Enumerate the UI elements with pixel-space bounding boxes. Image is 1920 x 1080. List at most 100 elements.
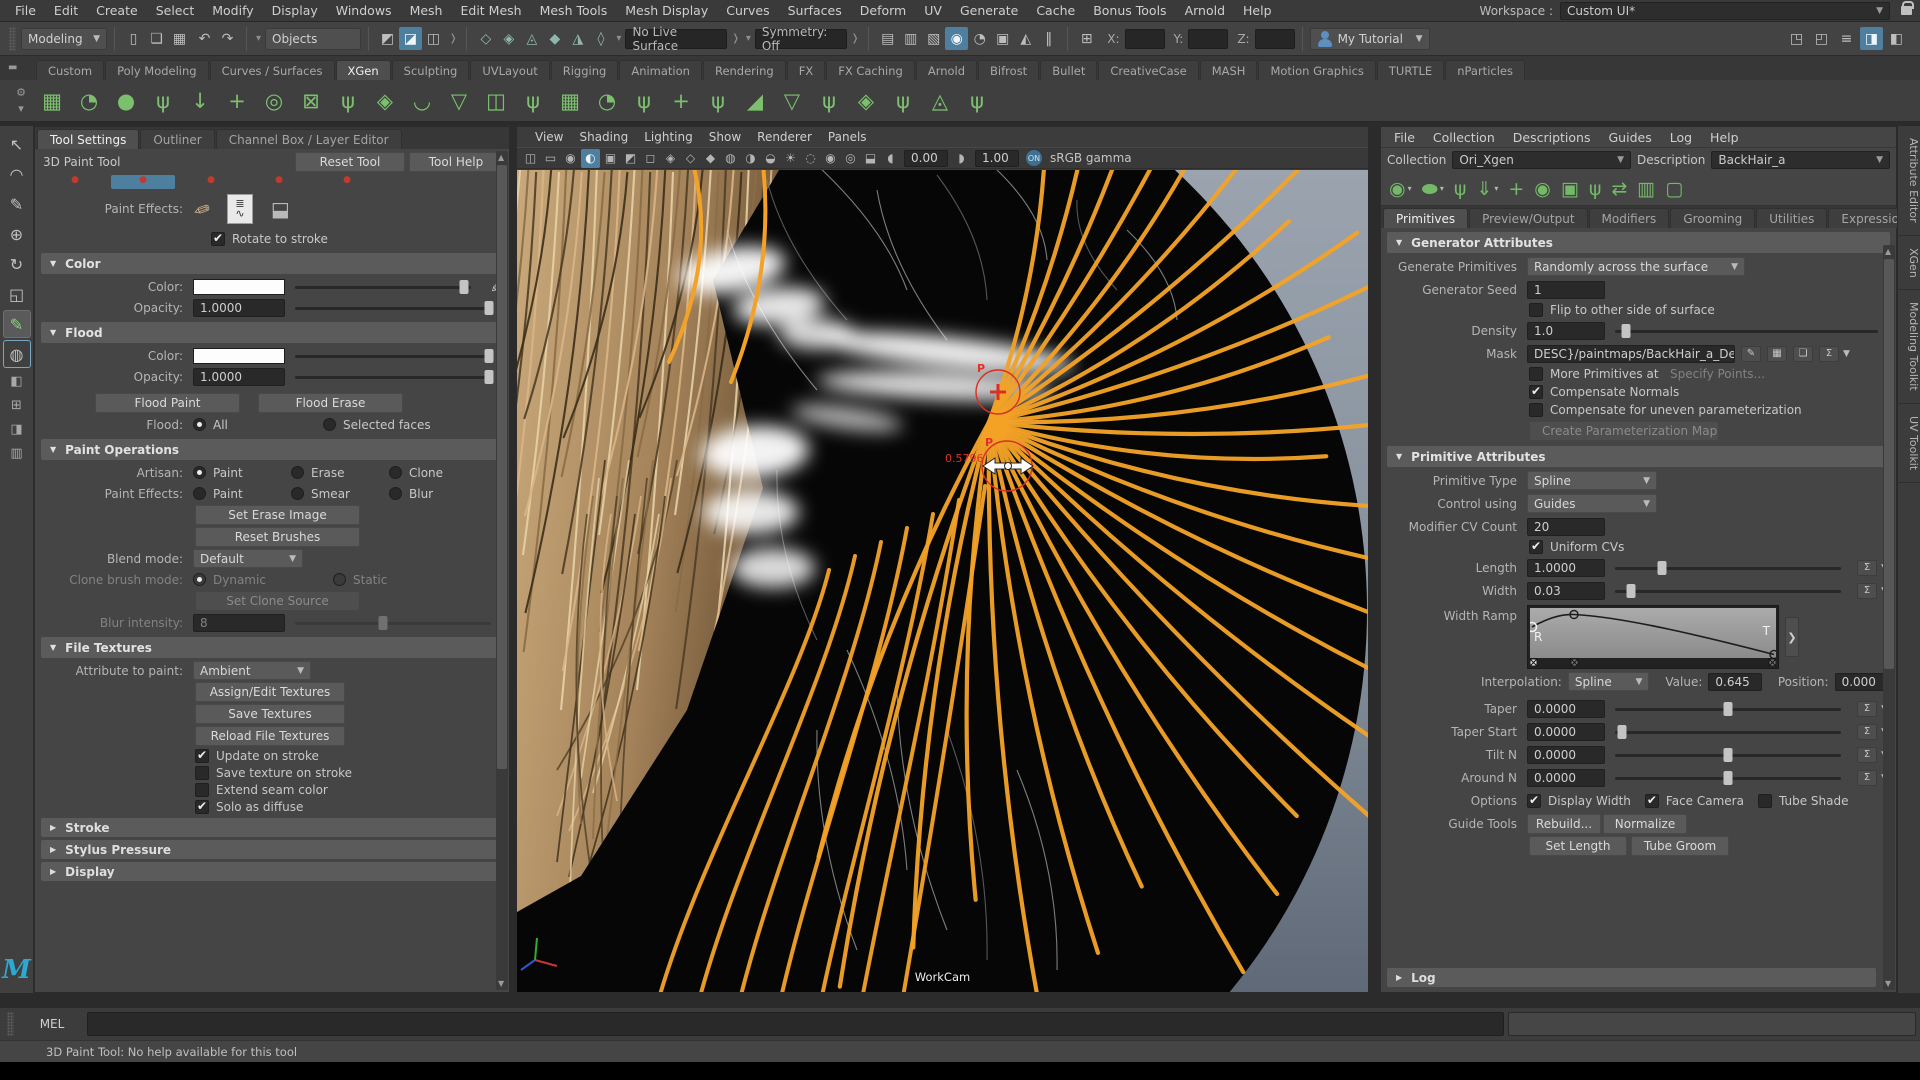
- viewport-menu-shading[interactable]: Shading: [571, 130, 636, 144]
- side-dock-tab-xgen[interactable]: XGen: [1898, 236, 1920, 291]
- sidebar-toggle-icon-4[interactable]: ◧: [1885, 27, 1908, 50]
- more-primitives-checkbox[interactable]: [1529, 367, 1543, 381]
- render-icon-0[interactable]: ▤: [876, 27, 899, 50]
- around-n-slider[interactable]: [1615, 770, 1841, 786]
- shelf-tab-creativecase[interactable]: CreativeCase: [1098, 60, 1198, 80]
- set-length-button[interactable]: Set Length: [1529, 836, 1627, 856]
- shelf-tab-mash[interactable]: MASH: [1200, 60, 1258, 80]
- reset-brushes-button[interactable]: Reset Brushes: [195, 527, 360, 547]
- description-dropdown[interactable]: BackHair_a▼: [1711, 151, 1890, 169]
- set-clone-source-button[interactable]: Set Clone Source: [195, 591, 360, 611]
- sidebar-toggle-icon-1[interactable]: ◰: [1810, 27, 1833, 50]
- xgen-shelf-icon-2[interactable]: ●: [109, 84, 143, 118]
- ramp-position-input[interactable]: 0.000: [1835, 673, 1888, 691]
- tilt-n-input[interactable]: 0.0000: [1527, 746, 1605, 764]
- tilt-n-slider[interactable]: [1615, 747, 1841, 763]
- side-dock-tab-uv-toolkit[interactable]: UV Toolkit: [1898, 404, 1920, 483]
- select-mode-icon-1[interactable]: ◪: [399, 27, 422, 50]
- around-n-input[interactable]: 0.0000: [1527, 769, 1605, 787]
- color-opacity-input[interactable]: 1.0000: [193, 299, 285, 317]
- shelf-tab-rendering[interactable]: Rendering: [703, 60, 786, 80]
- history-icon-0[interactable]: ↶: [193, 27, 216, 50]
- render-icon-2[interactable]: ▧: [922, 27, 945, 50]
- shelf-tab-fx[interactable]: FX: [787, 60, 826, 80]
- artisan-erase-radio[interactable]: [291, 466, 304, 479]
- xgen-add-guide-icon[interactable]: +: [1508, 178, 1524, 200]
- viewport-icon-1[interactable]: ▭: [541, 149, 560, 168]
- flood-opacity-slider[interactable]: [295, 369, 491, 385]
- menu-curves[interactable]: Curves: [717, 0, 778, 21]
- left-panel-tab-channel-box-layer-editor[interactable]: Channel Box / Layer Editor: [216, 129, 402, 149]
- xgen-shelf-icon-18[interactable]: ψ: [701, 84, 735, 118]
- blur-intensity-slider[interactable]: [295, 615, 491, 631]
- collapsed-section-display[interactable]: Display: [41, 862, 503, 881]
- shelf-tab-curves-surfaces[interactable]: Curves / Surfaces: [210, 60, 335, 80]
- left-panel-scrollbar[interactable]: [496, 151, 508, 990]
- expander-icon[interactable]: ▾: [616, 33, 621, 44]
- move-tool-icon[interactable]: ⊕: [3, 220, 31, 248]
- paintbrush-icon[interactable]: ✎: [188, 197, 215, 221]
- taper-input[interactable]: 0.0000: [1527, 700, 1605, 718]
- expression-editor-icon[interactable]: Σ: [1857, 560, 1877, 576]
- primitive-attributes-header[interactable]: ▼Primitive Attributes: [1387, 446, 1890, 467]
- pe-paint-radio[interactable]: [193, 487, 206, 500]
- xgen-convert-icon[interactable]: ⇄: [1611, 178, 1627, 200]
- tube-shade-checkbox[interactable]: [1758, 794, 1772, 808]
- xgen-export-icon[interactable]: ⇓▾: [1476, 178, 1498, 200]
- tube-groom-button[interactable]: Tube Groom: [1631, 836, 1729, 856]
- expression-editor-icon[interactable]: Σ: [1857, 583, 1877, 599]
- width-input[interactable]: 0.03: [1527, 582, 1605, 600]
- expander-icon[interactable]: ❭: [449, 33, 457, 44]
- viewport-icon-14[interactable]: ◌: [801, 149, 820, 168]
- clone-dynamic-radio[interactable]: [193, 573, 206, 586]
- flood-erase-button[interactable]: Flood Erase: [258, 393, 403, 413]
- xgen-shelf-icon-3[interactable]: ψ: [146, 84, 180, 118]
- viewport-icon-2[interactable]: ◉: [561, 149, 580, 168]
- side-dock-tab-attribute-editor[interactable]: Attribute Editor: [1898, 126, 1920, 236]
- command-response-field[interactable]: [1508, 1012, 1916, 1036]
- xgen-shelf-icon-20[interactable]: ▽: [775, 84, 809, 118]
- xgen-panel-scrollbar[interactable]: [1883, 245, 1895, 990]
- xgen-shelf-icon-24[interactable]: ◬: [923, 84, 957, 118]
- compensate-normals-checkbox[interactable]: [1529, 385, 1543, 399]
- shelf-tab-xgen[interactable]: XGen: [336, 60, 391, 80]
- xgen-shelf-icon-12[interactable]: ◫: [479, 84, 513, 118]
- xgen-menu-file[interactable]: File: [1385, 130, 1424, 145]
- workspace-dropdown[interactable]: Custom UI* ▼: [1560, 2, 1890, 20]
- paint-bucket-icon[interactable]: ⬓: [271, 197, 290, 221]
- collection-dropdown[interactable]: Ori_Xgen▼: [1452, 151, 1631, 169]
- expression-editor-icon[interactable]: Σ: [1819, 346, 1839, 362]
- viewport-icon-12[interactable]: ◒: [761, 149, 780, 168]
- width-ramp-widget[interactable]: R T: [1527, 605, 1779, 669]
- xgen-shelf-icon-8[interactable]: ψ: [331, 84, 365, 118]
- flood-section-header[interactable]: ▼Flood: [41, 322, 503, 343]
- flood-color-swatch[interactable]: [193, 348, 285, 364]
- snap-icon-0[interactable]: ◇: [474, 27, 497, 50]
- brush-profile-2-selected[interactable]: ●: [111, 175, 175, 189]
- select-mode-icon-2[interactable]: ◫: [422, 27, 445, 50]
- expression-editor-icon[interactable]: Σ: [1857, 770, 1877, 786]
- viewport-icon-6[interactable]: ◻: [641, 149, 660, 168]
- log-section[interactable]: Log: [1387, 968, 1876, 987]
- snap-icon-3[interactable]: ◆: [543, 27, 566, 50]
- shelf-menu-icon[interactable]: ▬: [8, 62, 19, 73]
- rebuild-button[interactable]: Rebuild...: [1527, 814, 1601, 834]
- xgen-tab-utilities[interactable]: Utilities: [1756, 208, 1827, 228]
- paint-effects-panel-icon[interactable]: ≣∿: [227, 194, 253, 224]
- color-opacity-slider[interactable]: [295, 300, 491, 316]
- artisan-clone-radio[interactable]: [389, 466, 402, 479]
- mel-label[interactable]: MEL: [21, 1017, 83, 1031]
- xgen-select-guides-icon[interactable]: ▥: [1637, 178, 1655, 200]
- history-icon-1[interactable]: ↷: [216, 27, 239, 50]
- expander-icon[interactable]: ▾: [746, 33, 751, 44]
- expander-icon[interactable]: ❭: [851, 33, 859, 44]
- brush-profile-5[interactable]: ●: [315, 175, 379, 189]
- brush-profile-3[interactable]: ●: [179, 175, 243, 189]
- menu-mesh[interactable]: Mesh: [401, 0, 452, 21]
- xgen-create-description-icon[interactable]: ψ: [1454, 178, 1467, 200]
- xgen-shelf-icon-9[interactable]: ◈: [368, 84, 402, 118]
- shelf-tab-bullet[interactable]: Bullet: [1040, 60, 1097, 80]
- shelf-tab-fx-caching[interactable]: FX Caching: [826, 60, 915, 80]
- left-panel-tab-tool-settings[interactable]: Tool Settings: [37, 129, 139, 149]
- xgen-menu-descriptions[interactable]: Descriptions: [1504, 130, 1600, 145]
